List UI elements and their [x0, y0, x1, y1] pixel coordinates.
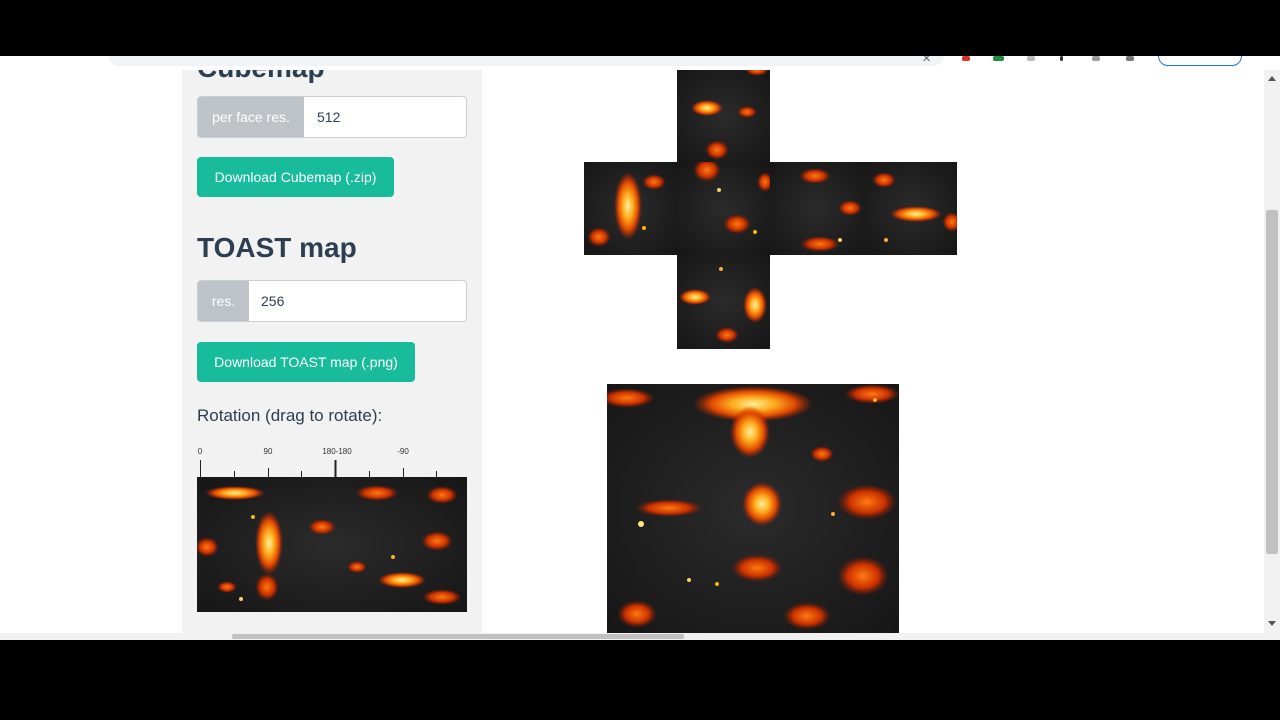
address-bar[interactable] — [108, 56, 944, 66]
toast-heading: TOAST map — [197, 232, 357, 263]
rotation-equirect-map[interactable] — [197, 477, 467, 612]
close-icon[interactable]: ✕ — [922, 56, 931, 65]
rotation-tick-90: 90 — [264, 447, 273, 456]
download-toast-button[interactable]: Download TOAST map (.png) — [197, 342, 415, 382]
video-letterbox-bottom — [0, 640, 1280, 720]
scroll-down-icon[interactable] — [1268, 621, 1276, 626]
toast-map-preview — [607, 384, 899, 633]
per-face-res-label: per face res. — [198, 97, 304, 137]
video-letterbox-top — [0, 0, 1280, 56]
scroll-up-icon[interactable] — [1268, 76, 1276, 81]
extension-icon[interactable] — [1027, 56, 1035, 61]
rotation-label: Rotation (drag to rotate): — [197, 406, 383, 425]
page-viewport: Cubemap per face res. 512 Download Cubem… — [0, 70, 1264, 633]
horizontal-scrollbar[interactable] — [0, 633, 1280, 640]
download-cubemap-button[interactable]: Download Cubemap (.zip) — [197, 157, 394, 197]
toast-res-input[interactable]: 256 — [261, 281, 456, 321]
cubemap-face-left — [584, 162, 677, 255]
toast-res-group: res. 256 — [197, 280, 467, 322]
browser-toolbar: ✕ — [0, 56, 1280, 70]
per-face-res-group: per face res. 512 — [197, 96, 467, 138]
profile-icon[interactable] — [1158, 56, 1242, 66]
cubemap-face-top — [677, 70, 770, 162]
extension-icon[interactable] — [1060, 56, 1063, 61]
rotation-tick-neg90: -90 — [397, 447, 409, 456]
extension-icon[interactable] — [1092, 56, 1100, 61]
cubemap-face-front — [677, 162, 770, 255]
cubemap-face-back — [864, 162, 957, 255]
rotation-tick-0: 0 — [198, 447, 203, 456]
cubemap-face-right — [770, 162, 864, 255]
vertical-scroll-thumb[interactable] — [1266, 210, 1278, 554]
cubemap-heading: Cubemap — [197, 70, 325, 84]
cubemap-face-bottom — [677, 255, 770, 349]
extension-icon[interactable] — [993, 56, 1004, 61]
rotation-tick-180: 180-180 — [322, 447, 352, 456]
toast-res-label: res. — [198, 281, 249, 321]
vertical-scrollbar[interactable] — [1264, 70, 1280, 633]
extension-icon[interactable] — [962, 56, 970, 61]
rotation-ruler: 0 90 180-180 -90 — [198, 447, 437, 477]
extension-icon[interactable] — [1126, 56, 1134, 61]
horizontal-scroll-thumb[interactable] — [232, 634, 684, 639]
per-face-res-input[interactable]: 512 — [317, 97, 457, 137]
